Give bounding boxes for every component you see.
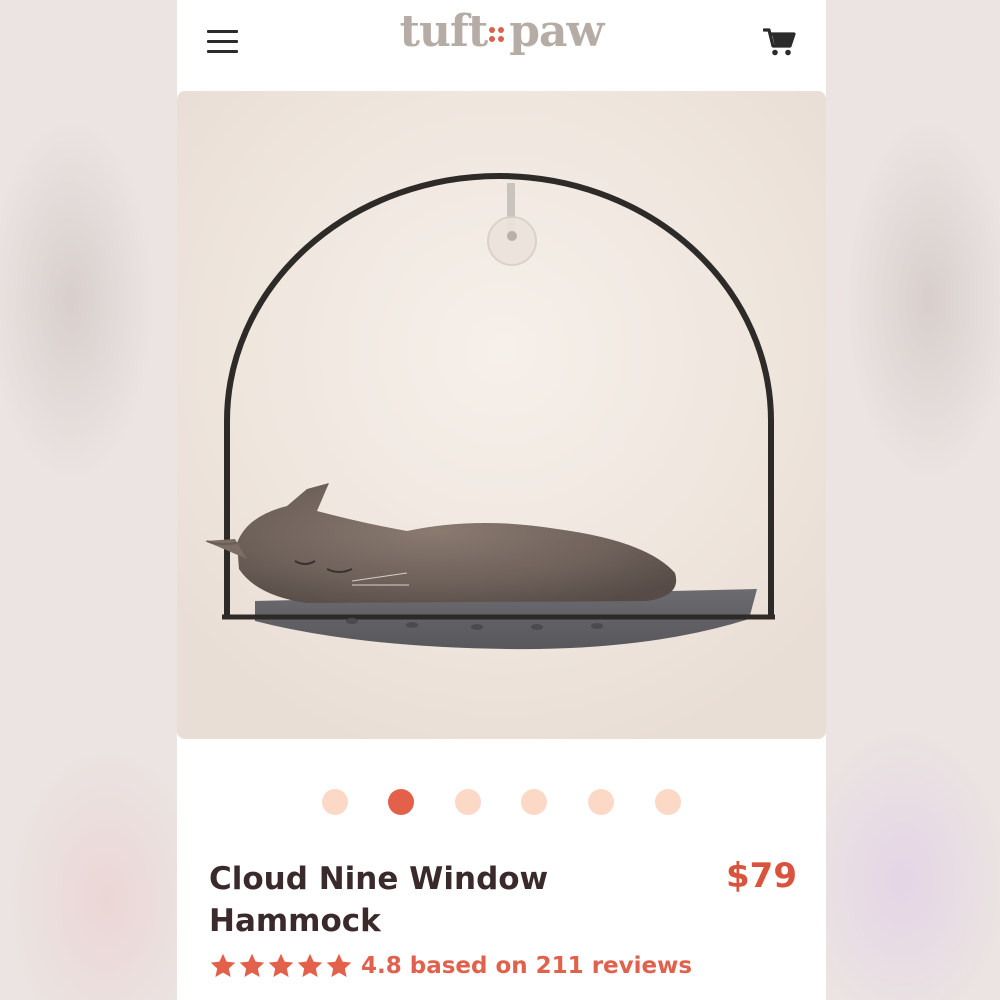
product-page: tuft paw Cloud Nine Window Hammock $79 4… bbox=[177, 0, 826, 1000]
product-rating[interactable]: 4.8 based on 211 reviews bbox=[209, 949, 692, 983]
product-title: Cloud Nine Window Hammock bbox=[209, 861, 549, 939]
rating-summary: 4.8 based on 211 reviews bbox=[361, 953, 693, 979]
carousel-dot-4[interactable] bbox=[521, 789, 547, 815]
star-icon bbox=[326, 953, 352, 977]
background-blur-left bbox=[0, 0, 177, 1000]
carousel-dot-6[interactable] bbox=[655, 789, 681, 815]
carousel-dot-2-active[interactable] bbox=[388, 789, 414, 815]
background-blur-right bbox=[823, 0, 1000, 1000]
logo-text-paw: paw bbox=[509, 6, 604, 57]
star-icon bbox=[239, 953, 265, 977]
top-navigation-bar: tuft paw bbox=[177, 0, 826, 88]
star-rating bbox=[209, 952, 353, 980]
carousel-indicator bbox=[322, 789, 692, 815]
shopping-cart-icon[interactable] bbox=[762, 27, 797, 57]
carousel-dot-3[interactable] bbox=[455, 789, 481, 815]
star-icon bbox=[210, 953, 236, 977]
logo-dots-icon bbox=[489, 24, 507, 46]
logo-text-tuft: tuft bbox=[399, 6, 489, 57]
product-image[interactable] bbox=[177, 91, 826, 739]
brand-logo[interactable]: tuft paw bbox=[177, 6, 826, 57]
hammock-illustration bbox=[205, 173, 775, 650]
carousel-dot-5[interactable] bbox=[588, 789, 614, 815]
product-price: $79 bbox=[726, 856, 797, 896]
star-icon bbox=[268, 953, 294, 977]
star-icon bbox=[297, 953, 323, 977]
carousel-dot-1[interactable] bbox=[322, 789, 348, 815]
